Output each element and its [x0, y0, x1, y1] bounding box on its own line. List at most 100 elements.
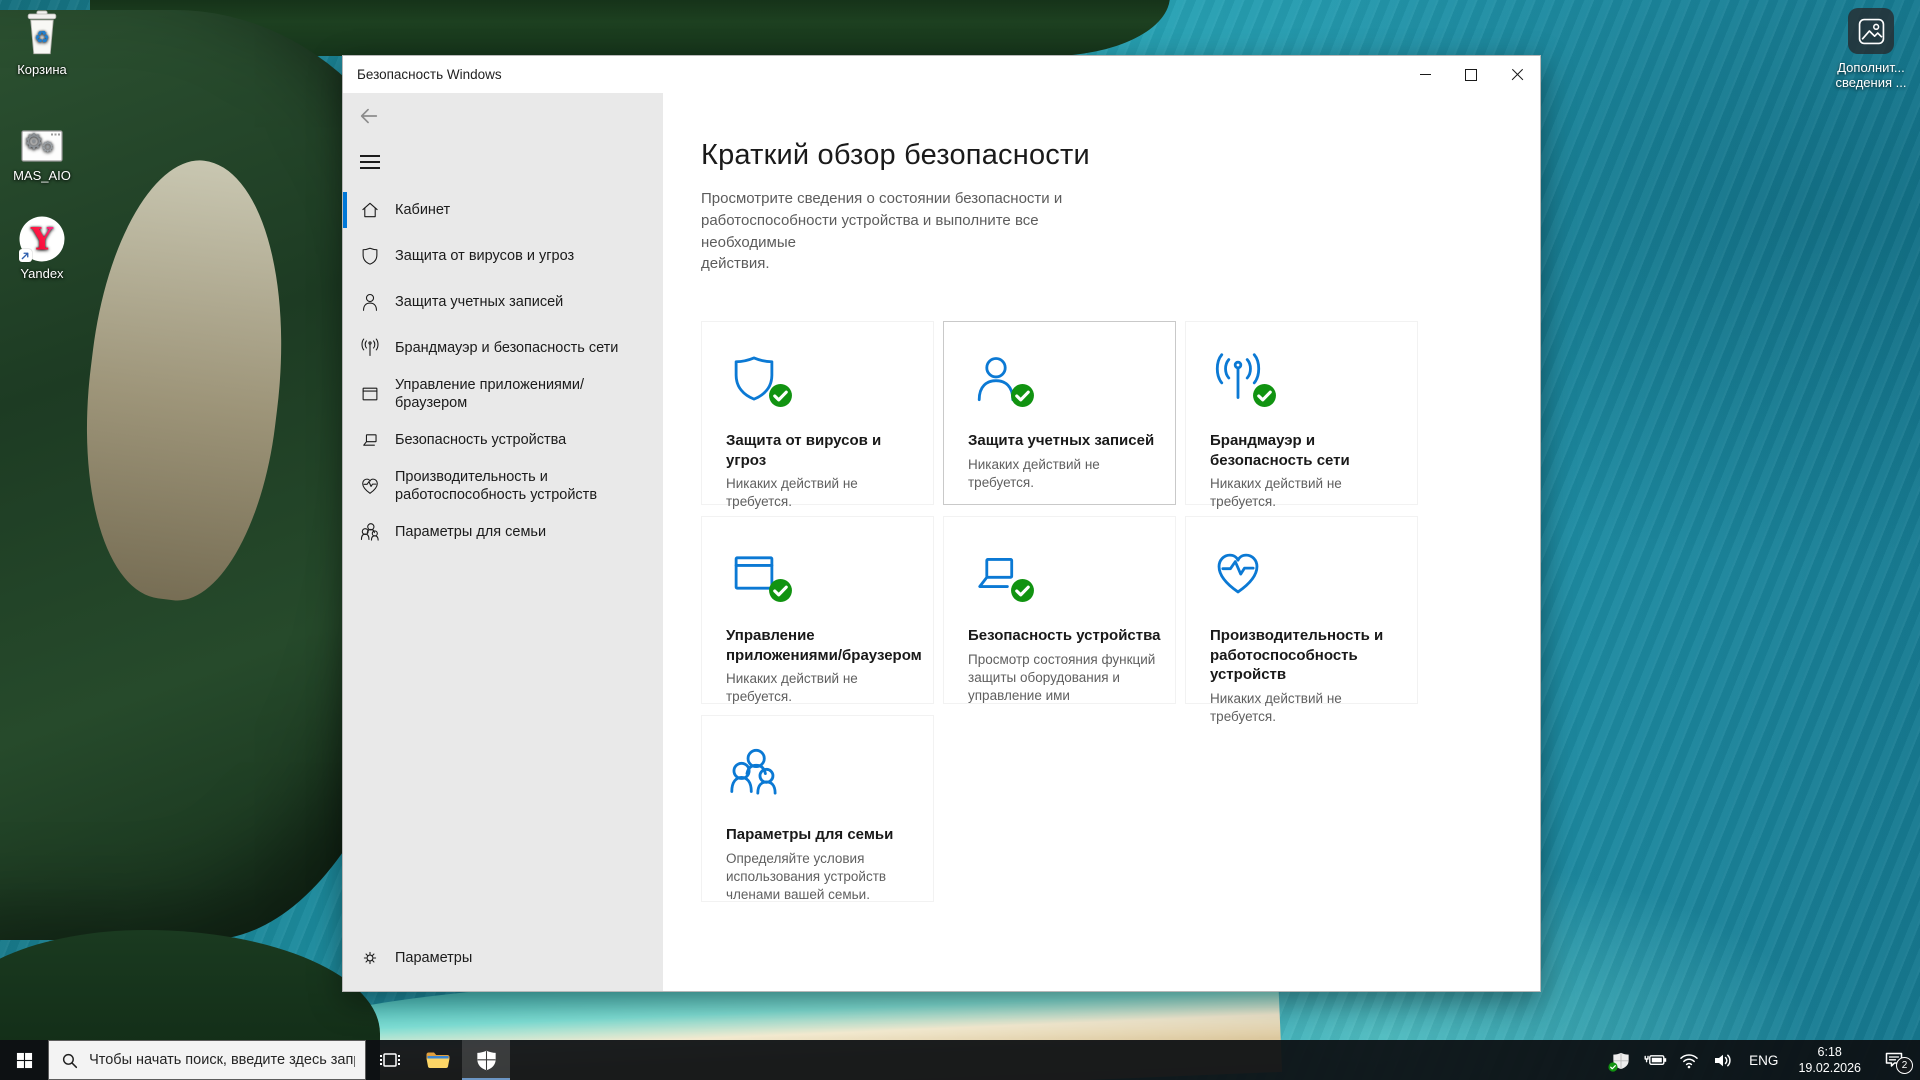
card-title: Безопасность устройства [968, 627, 1161, 644]
sidebar-item-label: Параметры [395, 949, 473, 966]
sidebar-item-apps[interactable]: Управление приложениями/браузером [343, 371, 663, 417]
main-content: Краткий обзор безопасности Просмотрите с… [663, 93, 1540, 991]
security-cards-grid: Защита от вирусов и угроз Никаких действ… [701, 321, 1540, 902]
sidebar-item-person[interactable]: Защита учетных записей [343, 279, 663, 325]
card-status: Никаких действий не требуется. [1210, 690, 1342, 724]
search-input[interactable] [87, 1051, 357, 1069]
status-ok-icon [768, 383, 793, 408]
heart-icon [360, 476, 380, 496]
windows-security-app-button[interactable] [462, 1040, 510, 1080]
tray-defender-icon[interactable] [1606, 1040, 1636, 1080]
status-ok-icon [1252, 383, 1277, 408]
task-view-button[interactable] [366, 1040, 414, 1080]
sidebar-item-label: Защита от вирусов и угроз [395, 247, 575, 264]
desktop-icon-additional-info[interactable]: Дополнит... сведения ... [1826, 8, 1916, 90]
page-subtitle: Просмотрите сведения о состоянии безопас… [701, 190, 1063, 273]
tray-date: 19.02.2026 [1798, 1061, 1861, 1075]
sidebar-item-home[interactable]: Кабинет [343, 187, 663, 233]
status-ok-icon [1010, 383, 1035, 408]
desktop-icon-recycle-bin[interactable]: ♻ Корзина [0, 6, 84, 78]
shield-icon [360, 246, 380, 266]
action-center-button[interactable]: 2 [1874, 1040, 1914, 1080]
security-card-family[interactable]: Параметры для семьи Определяйте условия … [701, 715, 934, 902]
status-ok-icon [768, 578, 793, 603]
card-title: Управление приложениями/браузером [726, 627, 922, 664]
family-icon [728, 746, 780, 798]
back-button[interactable] [357, 105, 383, 127]
window-title: Безопасность Windows [357, 67, 502, 82]
sidebar-item-label: Брандмауэр и безопасность сети [395, 339, 619, 356]
card-status: Определяйте условия использования устрой… [726, 850, 887, 902]
sidebar-item-label: Защита учетных записей [395, 293, 564, 310]
svg-text:Y: Y [30, 222, 54, 258]
sidebar-item-label: Параметры для семьи [395, 523, 547, 540]
gear-icon: ⚙ [41, 139, 55, 156]
family-icon [360, 522, 380, 542]
installer-window-icon: ⚙ ⚙ [0, 112, 84, 164]
security-card-person[interactable]: Защита учетных записей Никаких действий … [943, 321, 1176, 505]
desktop-icon-yandex[interactable]: Y Yandex [0, 210, 84, 282]
security-card-apps[interactable]: Управление приложениями/браузером Никаки… [701, 516, 934, 704]
tray-volume-icon[interactable] [1708, 1040, 1738, 1080]
status-ok-icon [1010, 578, 1035, 603]
security-card-network[interactable]: Брандмауэр и безопасность сети Никаких д… [1185, 321, 1418, 509]
sidebar-item-network[interactable]: Брандмауэр и безопасность сети [343, 325, 663, 371]
tray-battery-icon[interactable] [1640, 1040, 1670, 1080]
card-title: Производительность и работоспособность у… [1210, 627, 1384, 683]
desktop-icon-label-line2: сведения ... [1835, 75, 1907, 90]
maximize-button[interactable] [1448, 56, 1494, 93]
maximize-icon [1465, 68, 1477, 81]
sidebar-item-heart[interactable]: Производительность и работоспособность у… [343, 463, 663, 509]
home-icon [360, 200, 380, 220]
recycle-bin-icon: ♻ [0, 6, 84, 58]
tray-language-indicator[interactable]: ENG [1742, 1053, 1785, 1068]
desktop-icon-label: Корзина [17, 62, 67, 77]
sidebar-item-shield[interactable]: Защита от вирусов и угроз [343, 233, 663, 279]
desktop: ♻ Корзина ⚙ ⚙ MAS_AIO Y Yandex Дополнит.… [0, 0, 1920, 1080]
sidebar: Кабинет Защита от вирусов и угроз Защита… [343, 93, 663, 991]
sidebar-item-label: Управление приложениями/браузером [395, 376, 584, 411]
person-icon [360, 292, 380, 312]
menu-button[interactable] [360, 155, 380, 169]
security-card-laptop[interactable]: Безопасность устройства Просмотр состоян… [943, 516, 1176, 704]
card-status: Никаких действий не требуется. [968, 456, 1100, 490]
minimize-button[interactable] [1402, 56, 1448, 93]
security-card-heart[interactable]: Производительность и работоспособность у… [1185, 516, 1418, 724]
photos-icon [1848, 8, 1894, 54]
taskbar: ENG 6:18 19.02.2026 2 [0, 1040, 1920, 1080]
file-explorer-button[interactable] [414, 1040, 462, 1080]
laptop-icon [360, 430, 380, 450]
sidebar-nav: Кабинет Защита от вирусов и угроз Защита… [343, 187, 663, 555]
search-icon [62, 1053, 78, 1068]
security-card-shield[interactable]: Защита от вирусов и угроз Никаких действ… [701, 321, 934, 509]
tray-wifi-icon[interactable] [1674, 1040, 1704, 1080]
system-tray: ENG 6:18 19.02.2026 2 [1606, 1040, 1920, 1080]
yandex-browser-icon: Y [0, 210, 84, 262]
apps-icon [360, 384, 380, 404]
sidebar-item-settings[interactable]: Параметры [343, 935, 663, 981]
card-status: Просмотр состояния функций защиты оборуд… [968, 651, 1156, 703]
network-icon [360, 338, 380, 358]
desktop-icon-label-line1: Дополнит... [1837, 60, 1905, 75]
windows-security-shield-icon [476, 1050, 496, 1070]
tray-clock[interactable]: 6:18 19.02.2026 [1789, 1044, 1870, 1077]
card-status: Никаких действий не требуется. [726, 476, 858, 510]
notification-count-badge: 2 [1896, 1057, 1913, 1074]
card-title: Защита учетных записей [968, 432, 1155, 449]
sidebar-item-laptop[interactable]: Безопасность устройства [343, 417, 663, 463]
taskbar-search[interactable] [48, 1040, 366, 1080]
task-view-icon [380, 1053, 400, 1067]
card-status: Никаких действий не требуется. [726, 671, 858, 705]
sidebar-item-family[interactable]: Параметры для семьи [343, 509, 663, 555]
desktop-icon-mas-aio[interactable]: ⚙ ⚙ MAS_AIO [0, 112, 84, 184]
page-title: Краткий обзор безопасности [701, 139, 1090, 171]
desktop-icon-label: Yandex [20, 266, 64, 281]
card-title: Защита от вирусов и угроз [726, 432, 882, 469]
file-explorer-icon [426, 1052, 450, 1068]
start-button[interactable] [0, 1040, 48, 1080]
close-icon [1511, 68, 1524, 81]
heart-icon [1212, 547, 1264, 599]
card-title: Брандмауэр и безопасность сети [1210, 432, 1350, 469]
close-button[interactable] [1494, 56, 1540, 93]
window-titlebar[interactable]: Безопасность Windows [343, 56, 1540, 93]
